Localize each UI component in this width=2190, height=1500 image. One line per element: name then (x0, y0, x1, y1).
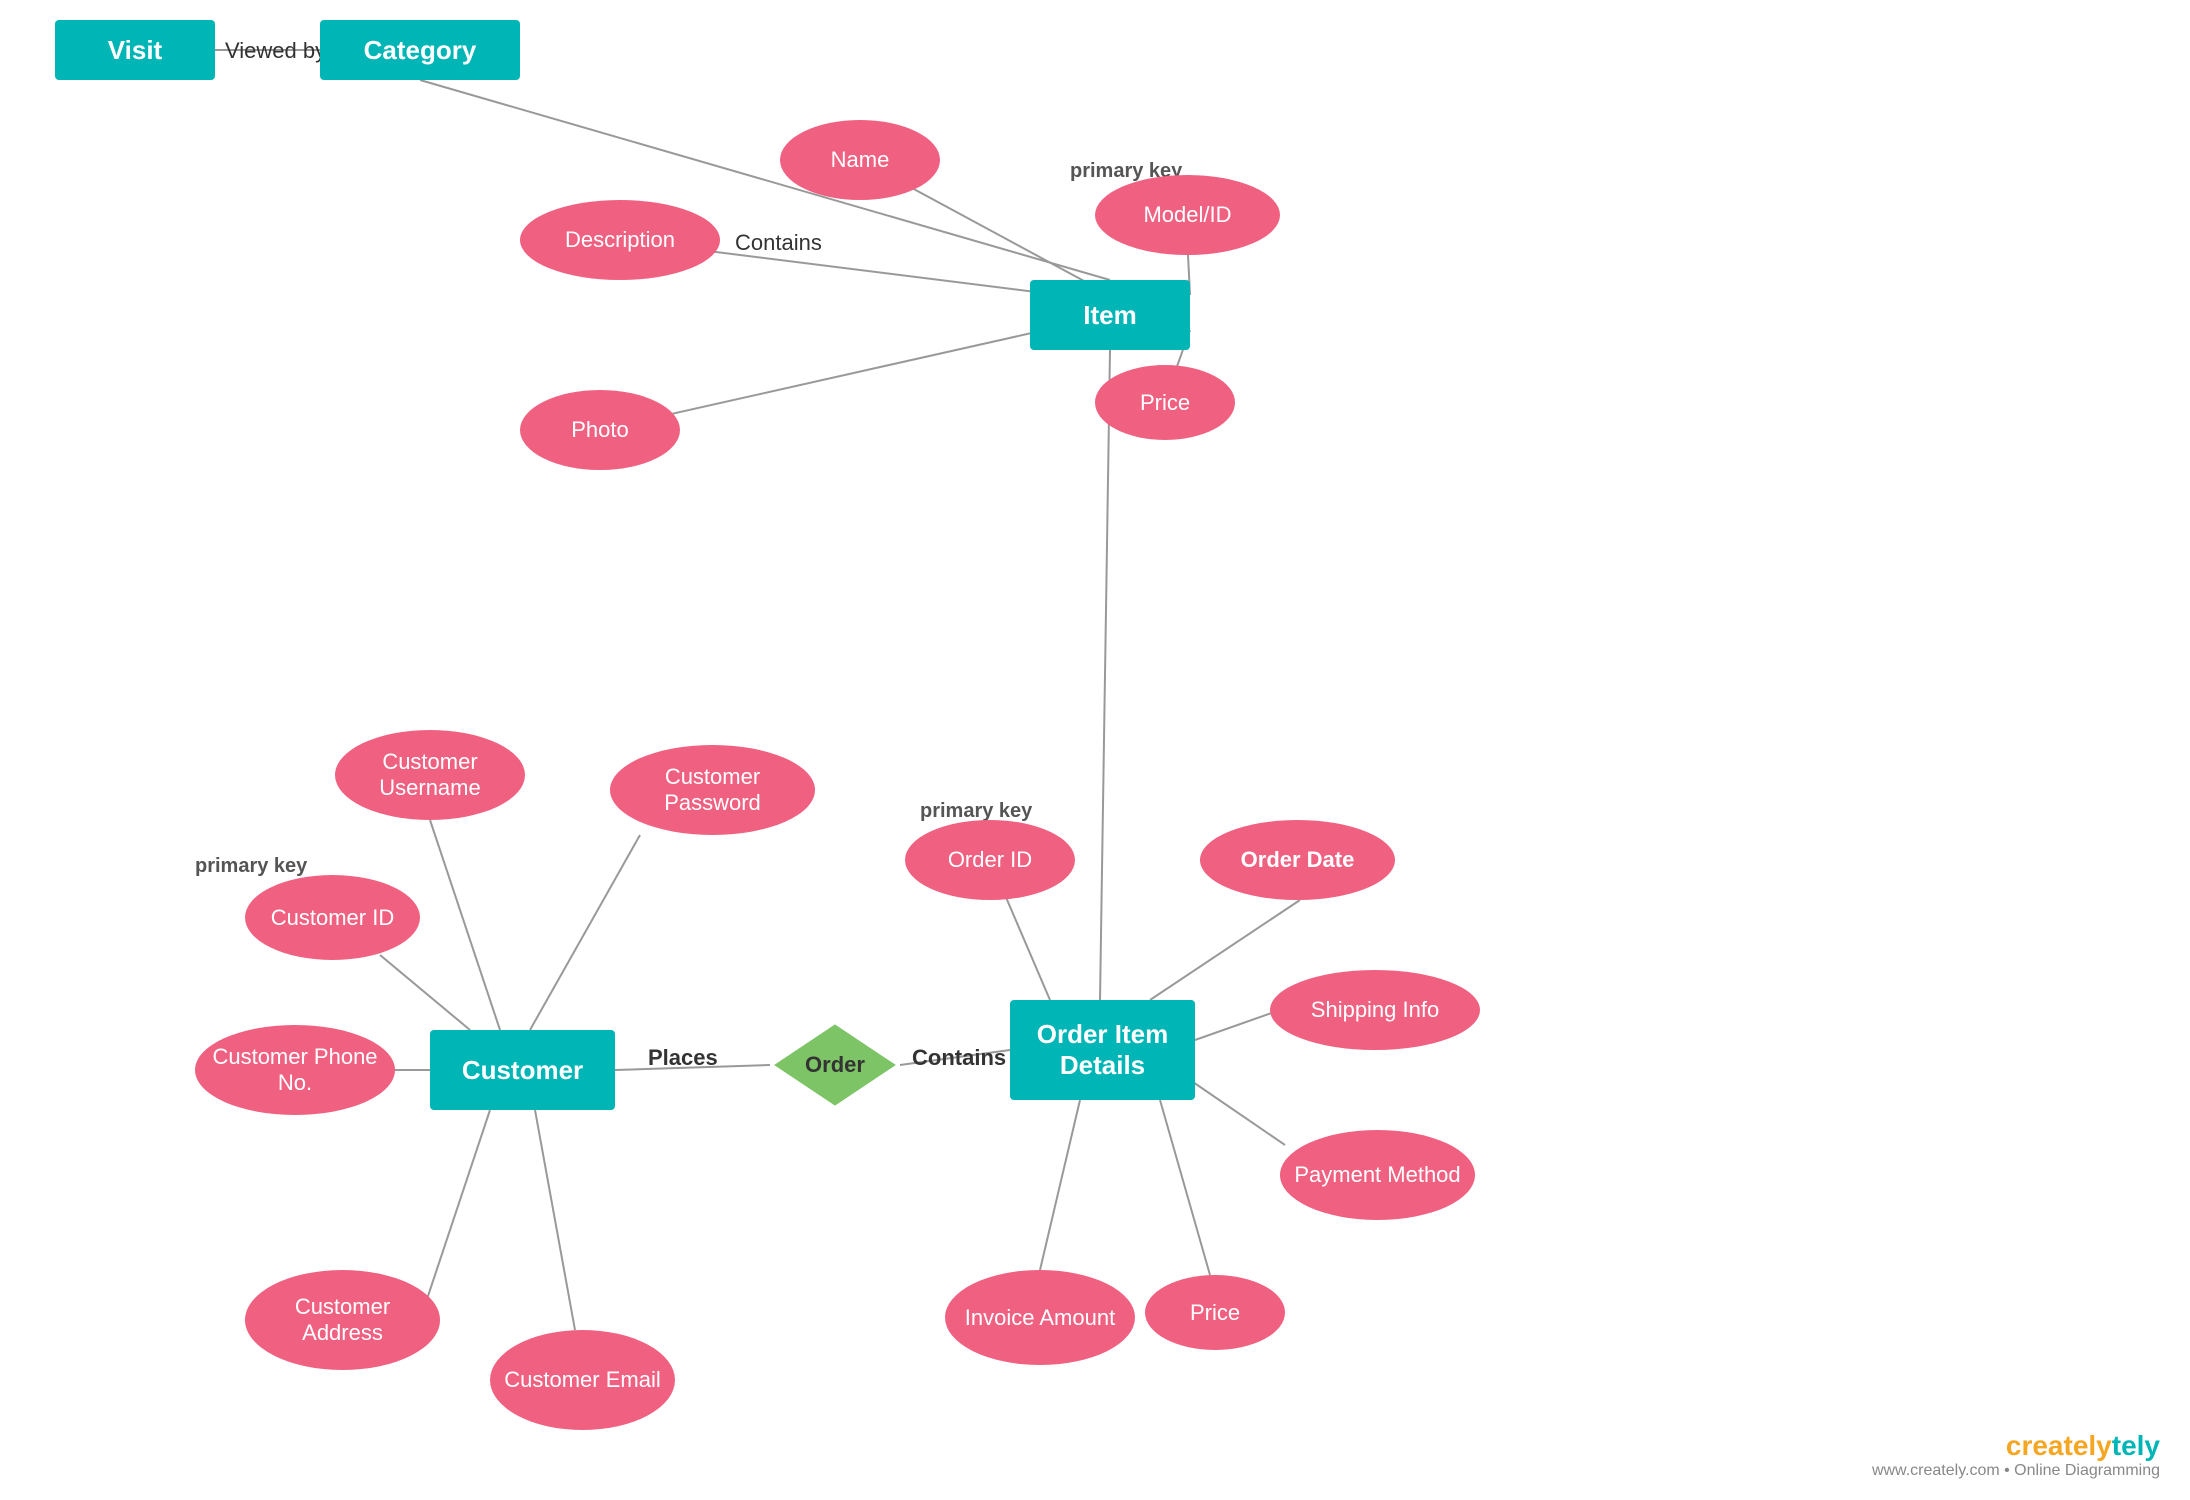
watermark: createlytely www.creately.com • Online D… (1872, 1430, 2160, 1480)
entity-customer[interactable]: Customer (430, 1030, 615, 1110)
label-places: Places (648, 1045, 718, 1071)
oval-customer-phone: Customer Phone No. (195, 1025, 395, 1115)
entity-item[interactable]: Item (1030, 280, 1190, 350)
oval-description: Description (520, 200, 720, 280)
oval-photo: Photo (520, 390, 680, 470)
oval-customer-id: Customer ID (245, 875, 420, 960)
entity-order-diamond[interactable]: Order (770, 1020, 900, 1110)
entity-category[interactable]: Category (320, 20, 520, 80)
entity-visit[interactable]: Visit (55, 20, 215, 80)
oval-shipping-info: Shipping Info (1270, 970, 1480, 1050)
oval-price-order: Price (1145, 1275, 1285, 1350)
oval-customer-email: Customer Email (490, 1330, 675, 1430)
oval-name: Name (780, 120, 940, 200)
entity-order-item-details[interactable]: Order Item Details (1010, 1000, 1195, 1100)
label-pk-customer: primary key (195, 855, 307, 878)
brand-name: createlytely (1872, 1430, 2160, 1462)
oval-customer-username: Customer Username (335, 730, 525, 820)
label-contains-order: Contains (912, 1045, 1006, 1071)
oval-customer-address: Customer Address (245, 1270, 440, 1370)
brand-site: www.creately.com • Online Diagramming (1872, 1462, 2160, 1480)
label-viewed-by: Viewed by (225, 38, 326, 64)
diagram-container: Visit Viewed by Category Contains Name D… (0, 0, 2190, 1500)
oval-invoice-amount: Invoice Amount (945, 1270, 1135, 1365)
label-contains-item: Contains (735, 230, 822, 256)
oval-customer-password: Customer Password (610, 745, 815, 835)
oval-order-id: Order ID (905, 820, 1075, 900)
oval-model-id: Model/ID (1095, 175, 1280, 255)
oval-price-item: Price (1095, 365, 1235, 440)
oval-order-date: Order Date (1200, 820, 1395, 900)
oval-payment-method: Payment Method (1280, 1130, 1475, 1220)
